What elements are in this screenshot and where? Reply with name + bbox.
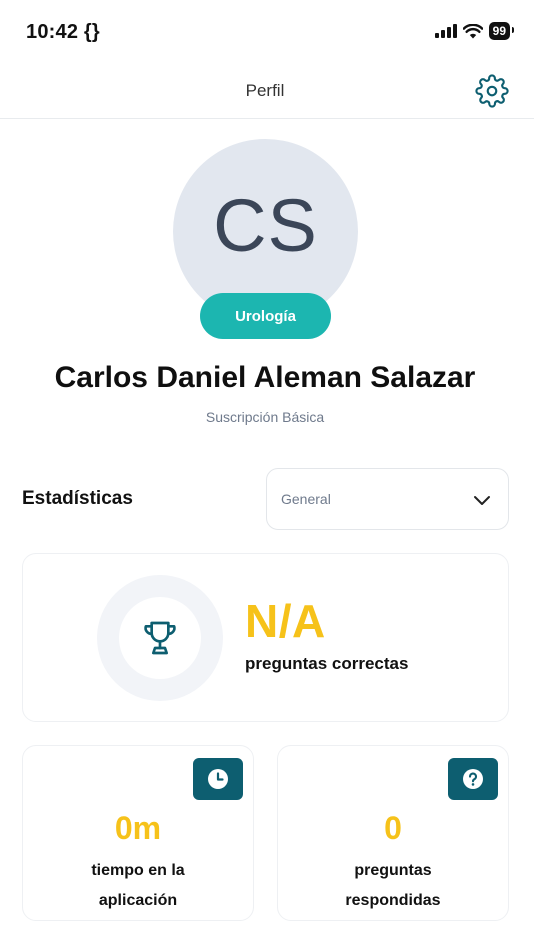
status-time: 10:42 {} [26,21,100,43]
subscription-label: Suscripción Básica [205,409,325,425]
correct-answers-value: N/A [245,595,326,647]
clock-icon-badge [193,758,243,800]
page-title: Perfil [245,81,285,100]
question-icon-badge [448,758,498,800]
clock-icon [208,769,228,789]
time-in-app-label-line2: aplicación [98,892,178,909]
cellular-signal-icon [434,24,457,38]
gear-icon [475,74,509,108]
correct-answers-card: N/A preguntas correctas [22,553,509,722]
answered-questions-label-line2: respondidas [345,892,441,909]
time-in-app-label: tiempo en la aplicación [23,856,253,916]
settings-button[interactable] [474,73,510,109]
wifi-icon [462,23,483,38]
status-bar: 10:42 {} 99 [0,0,534,64]
answered-questions-value: 0 [384,810,402,846]
stats-filter-select[interactable]: General [266,468,509,530]
avatar-initials: CS [213,184,318,267]
time-in-app-value: 0m [114,810,162,846]
status-icons: 99 [434,22,515,40]
time-in-app-card: 0m tiempo en la aplicación [22,745,254,921]
question-icon [463,769,483,789]
time-in-app-label-line1: tiempo en la [91,862,185,879]
correct-answers-ring [97,575,223,701]
correct-answers-label: preguntas correctas [245,654,409,673]
answered-questions-label-line1: preguntas [354,862,432,879]
stats-title: Estadísticas [22,488,133,509]
chevron-down-icon [474,496,490,505]
nav-bar: Perfil [0,64,534,119]
user-name: Carlos Daniel Aleman Salazar [54,361,476,394]
stats-filter-value: General [281,491,331,507]
trophy-icon [144,621,176,655]
battery-level: 99 [488,22,515,40]
specialty-badge: Urología [200,293,331,339]
answered-questions-label: preguntas respondidas [278,856,508,916]
answered-questions-card: 0 preguntas respondidas [277,745,509,921]
